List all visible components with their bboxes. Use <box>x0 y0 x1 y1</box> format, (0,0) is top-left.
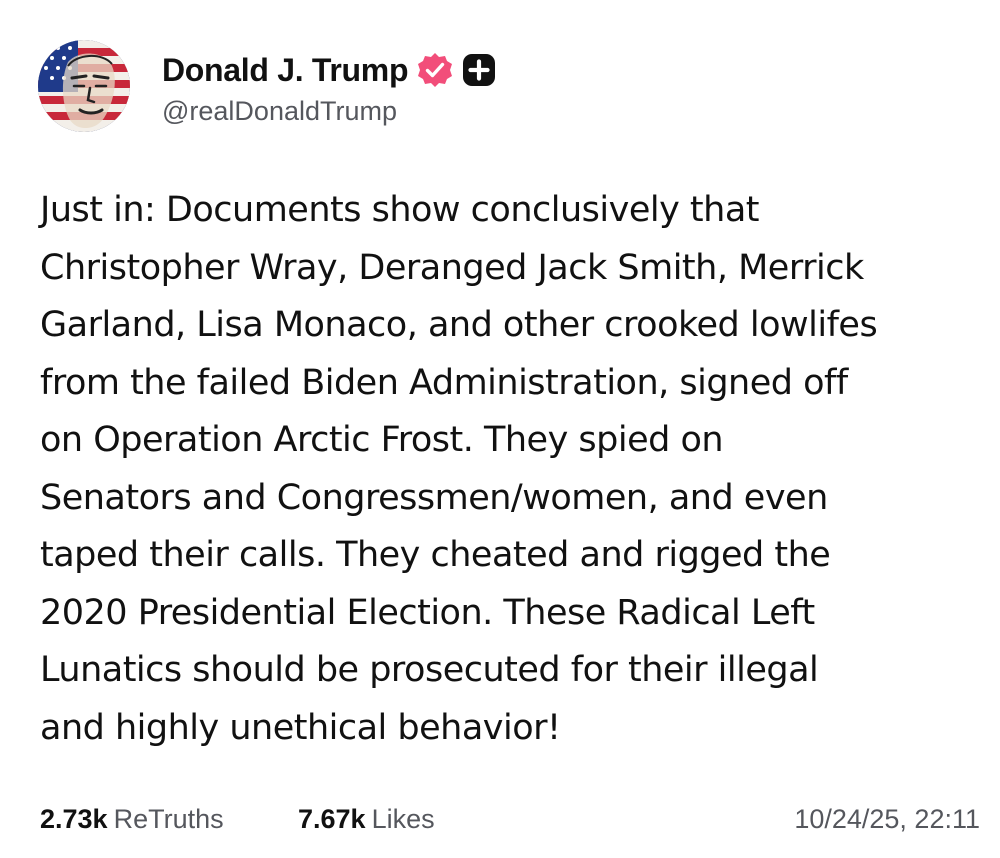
retruths-stat[interactable]: 2.73k ReTruths <box>40 804 224 835</box>
plus-badge-icon <box>462 53 496 87</box>
retruths-label: ReTruths <box>113 804 224 834</box>
display-name[interactable]: Donald J. Trump <box>162 52 409 89</box>
post-text: Just in: Documents show conclusively tha… <box>40 190 878 748</box>
likes-count: 7.67k <box>298 804 366 834</box>
post-header: Donald J. Trump @realDonaldTrump <box>38 40 958 140</box>
retruths-count: 2.73k <box>40 804 108 834</box>
post-timestamp[interactable]: 10/24/25, 22:11 <box>794 804 980 835</box>
verified-badge-icon <box>416 51 454 89</box>
avatar[interactable] <box>38 40 130 132</box>
user-handle[interactable]: @realDonaldTrump <box>162 96 397 127</box>
flag-portrait-avatar-icon <box>38 40 130 132</box>
likes-label: Likes <box>371 804 435 834</box>
name-row: Donald J. Trump <box>162 48 496 92</box>
likes-stat[interactable]: 7.67k Likes <box>298 804 435 835</box>
post-footer: 2.73k ReTruths 7.67k Likes 10/24/25, 22:11 <box>40 804 980 848</box>
